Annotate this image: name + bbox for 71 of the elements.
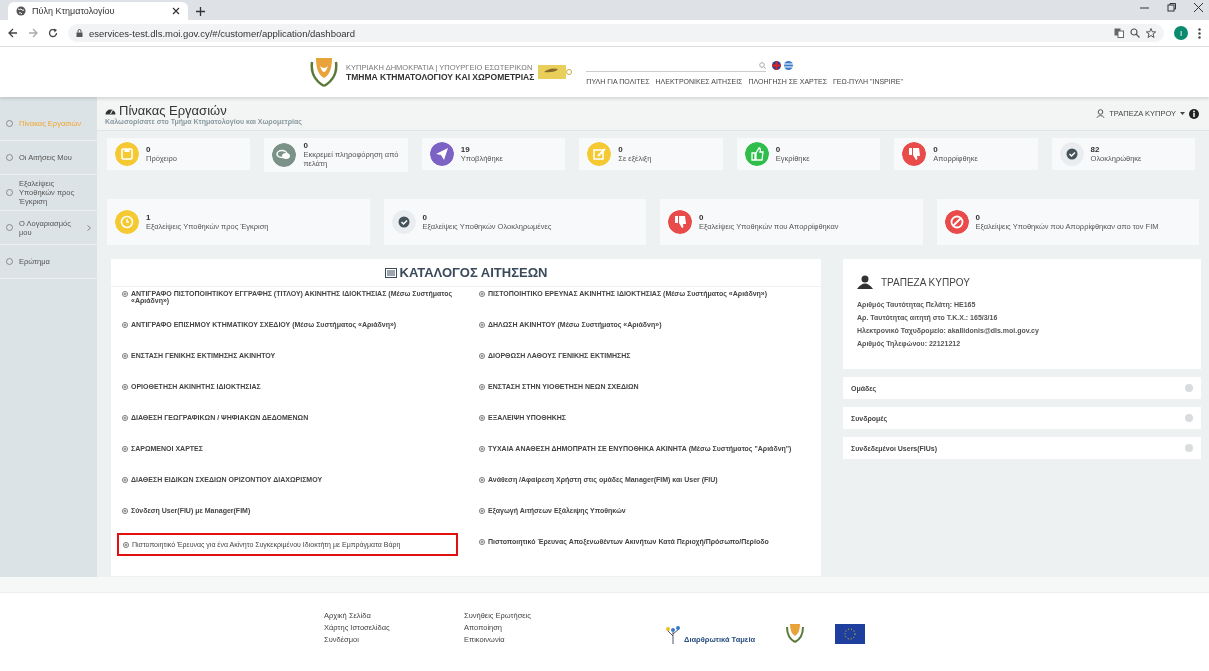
lock-icon [76,29,83,37]
plus-circle-icon [479,322,485,328]
plus-circle-icon [479,415,485,421]
back-icon[interactable] [8,28,18,38]
status-count: 0 [422,213,428,222]
status-count: 0 [699,213,705,222]
flag-icon[interactable] [772,61,782,70]
profile-avatar[interactable]: I [1174,26,1188,40]
list-icon [384,267,397,278]
menu-item-icon [6,224,13,231]
menu-item-icon [6,120,13,127]
status-count: 82 [1090,145,1101,154]
url-text: eservices-test.dls.moi.gov.cy/#/customer/application/dashboard [89,27,355,39]
status-count: 0 [618,145,624,154]
restore-icon[interactable] [1167,3,1176,12]
customer-name: ΤΡΑΠΕΖΑ ΚΥΠΡΟΥ [881,276,970,288]
toggle-dot-icon[interactable] [1185,414,1193,422]
toggle-dot-icon[interactable] [1185,444,1193,452]
plus-circle-icon [122,508,128,514]
menu-item-icon [6,154,13,161]
caret-icon[interactable] [1180,112,1185,115]
chevron-icon [87,224,91,231]
plus-circle-icon [479,508,485,514]
status-count: 0 [975,213,981,222]
logo-title: ΤΜΗΜΑ ΚΤΗΜΑΤΟΛΟΓΙΟΥ ΚΑΙ ΧΩΡΟΜΕΤΡΙΑΣ [346,71,535,82]
user-icon [1096,109,1106,118]
search-field[interactable] [586,59,767,72]
plus-circle-icon [122,446,128,452]
new-tab-icon[interactable] [196,7,205,16]
status-count: 0 [933,145,939,154]
plus-circle-icon [122,353,128,359]
plus-circle-icon [479,353,485,359]
menu-item-icon [6,189,13,196]
plus-circle-icon [479,446,485,452]
star-icon[interactable] [1146,28,1156,38]
plus-circle-icon [479,384,485,390]
tab-title: Πύλη Κτηματολογίου [32,6,116,16]
close-icon[interactable] [172,7,180,15]
tree-logo-icon [664,624,682,644]
user-icon [857,275,873,289]
reload-icon[interactable] [48,28,58,38]
page-title: Πίνακας Εργασιών [119,102,227,118]
plus-circle-icon [479,291,485,297]
plus-circle-icon [122,322,128,328]
status-count: 0 [775,145,782,154]
flag-icon[interactable] [784,61,794,70]
more-icon[interactable] [1198,27,1201,39]
zoom-icon[interactable] [1130,28,1140,38]
info-icon[interactable] [1189,108,1199,119]
browser-tab[interactable]: Πύλη Κτηματολογίου [8,2,188,20]
plus-circle-icon [122,291,128,297]
globe-icon [16,6,26,16]
plus-circle-icon [122,415,128,421]
status-count: 0 [303,142,309,150]
menu-item-icon [6,258,13,265]
status-count: 0 [146,145,152,154]
eu-flag-icon [835,624,866,644]
plus-circle-icon [122,477,128,483]
address-bar[interactable]: eservices-test.dls.moi.gov.cy/#/customer/application/dashboard [68,24,1164,42]
close-icon[interactable] [1194,3,1203,12]
status-count: 1 [146,213,152,222]
map-key-icon [538,63,573,81]
plus-circle-icon [123,542,129,548]
coat-of-arms-icon [785,622,806,644]
catalog-title: ΚΑΤΑΛΟΓΟΣ ΑΙΤΗΣΕΩΝ [399,265,548,280]
plus-circle-icon [122,384,128,390]
translate-icon[interactable] [1114,28,1124,38]
plus-circle-icon [479,477,485,483]
plus-circle-icon [479,539,485,545]
toggle-dot-icon[interactable] [1185,384,1193,392]
status-count: 19 [460,145,471,154]
